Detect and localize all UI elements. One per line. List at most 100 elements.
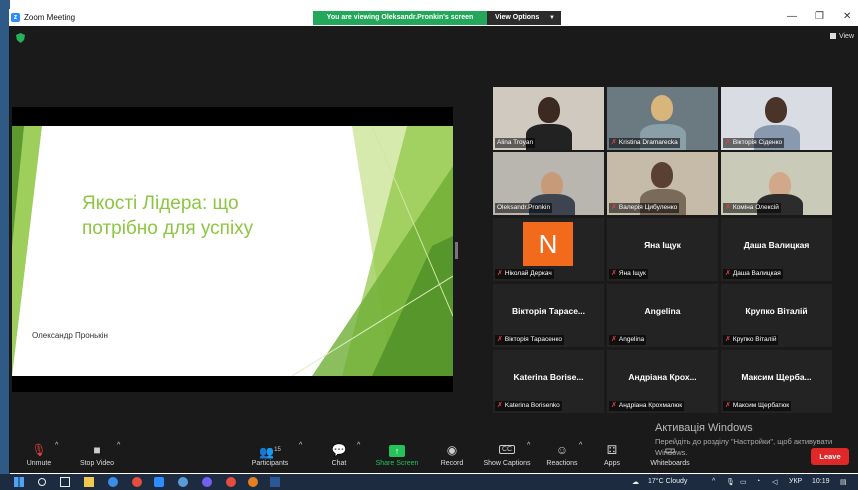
participant-name: ✗ Комінa Олексій [723,203,781,213]
presentation-slide: Якості Лідера: що потрібно для успіху Ол… [12,126,453,376]
participant-display-name: Яна Іщук [644,240,681,250]
show-captions-button[interactable]: CC Show Captions [481,442,533,467]
security-shield-icon[interactable] [16,33,25,43]
apps-label: Apps [604,460,620,467]
panel-resize-handle[interactable] [455,242,458,259]
chat-button[interactable]: 💬 Chat [327,442,351,467]
participant-display-name: Крупко Віталій [745,306,808,316]
weather-icon[interactable]: ☁ [632,478,639,486]
zoom-logo-icon: z [11,13,20,22]
muted-mic-icon: ✗ [497,270,503,277]
zoom-taskbar-icon[interactable] [154,477,164,487]
audio-options-chevron[interactable]: ^ [55,442,58,449]
participant-name: ✗ Angelina [609,335,647,345]
viber-icon[interactable] [202,477,212,487]
share-screen-button[interactable]: ↑ Share Screen [373,442,421,467]
zoom-window: z Zoom Meeting You are viewing Oleksandr… [9,9,858,473]
participant-tile[interactable]: ✗ Валерія Цибуленко [607,152,718,215]
chat-options-chevron[interactable]: ^ [357,442,360,449]
video-options-chevron[interactable]: ^ [117,442,120,449]
view-options-label: View Options [495,14,540,21]
stop-video-button[interactable]: ■ Stop Video [75,442,119,467]
record-button[interactable]: ◉ Record [439,442,465,467]
participant-tile[interactable]: Angelina ✗ Angelina [607,284,718,347]
word-icon[interactable] [270,477,280,487]
chevron-down-icon: ▼ [549,15,555,21]
participant-name: ✗ Максим Щербатюк [723,401,792,411]
view-options-button[interactable]: View Options ▼ [487,11,561,25]
participant-display-name: Максим Щерба... [741,372,812,382]
chat-bubble-icon: 💬 [331,443,347,457]
participant-name: Oleksandr.Pronkin [495,203,553,213]
tray-chevron-icon[interactable]: ^ [712,478,715,485]
participants-count: 15 [274,447,281,453]
participant-tile[interactable]: Вікторія Тарасе... ✗ Вікторія Тарасенко [493,284,604,347]
participant-tile[interactable]: Яна Іщук ✗ Яна Іщук [607,218,718,281]
participant-name: ✗ Валерія Цибуленко [609,203,680,213]
share-screen-label: Share Screen [375,460,419,467]
weather-text[interactable]: 17°C Cloudy [648,478,687,485]
file-explorer-icon[interactable] [84,477,94,487]
network-icon[interactable]: ◔ [756,478,760,485]
participant-tile[interactable]: Alina Troyan [493,87,604,150]
record-icon: ◉ [446,443,458,457]
participant-tile[interactable]: Максим Щерба... ✗ Максим Щербатюк [721,350,832,413]
notifications-icon[interactable]: ▤ [840,478,847,486]
participant-display-name: Вікторія Тарасе... [511,306,586,316]
participant-display-name: Даша Валицкая [743,240,810,250]
edge-icon[interactable] [108,477,118,487]
unmute-button[interactable]: 🎙 Unmute [21,442,57,467]
participant-tile[interactable]: ✗ Комінa Олексій [721,152,832,215]
task-view-icon[interactable] [60,477,70,487]
participant-tile-active-speaker[interactable]: Oleksandr.Pronkin [493,152,604,215]
unmute-label: Unmute [26,460,52,467]
volume-icon[interactable]: ◁ [772,478,777,486]
activation-message: Перейдіть до розділу "Настройки", щоб ак… [655,437,833,457]
close-button[interactable]: ✕ [843,11,851,22]
muted-mic-icon: ✗ [497,336,503,343]
captions-options-chevron[interactable]: ^ [527,442,530,449]
participant-name: ✗ Вікторія Тарасенко [495,335,564,345]
reactions-label: Reactions [546,460,578,467]
reactions-options-chevron[interactable]: ^ [579,442,582,449]
muted-mic-icon: ✗ [725,270,731,277]
participant-name: ✗ Вікторія Сіденко [723,138,785,148]
reactions-button[interactable]: ☺ Reactions [544,442,580,467]
language-indicator[interactable]: УКР [789,478,802,485]
chrome-profile-icon-2[interactable] [248,477,258,487]
whiteboards-label: Whiteboards [650,460,690,467]
apps-button[interactable]: ⚃ Apps [601,442,623,467]
slide-title: Якості Лідера: що потрібно для успіху [82,193,254,239]
participant-tile[interactable]: Андріана Крох... ✗ Андріана Крохмалюк [607,350,718,413]
muted-mic-icon: ✗ [725,139,731,146]
participant-tile[interactable]: ✗ Kristina Dramarecka [607,87,718,150]
battery-icon[interactable]: ▭ [740,478,747,486]
maximize-button[interactable]: ❐ [815,11,824,22]
chrome-profile-icon[interactable] [226,477,236,487]
participants-button[interactable]: 👥15 Participants [247,442,293,467]
participants-options-chevron[interactable]: ^ [299,442,302,449]
title-bar: z Zoom Meeting You are viewing Oleksandr… [9,9,858,26]
participant-name: ✗ Ніколай Деркач [495,269,554,279]
person-head [651,162,673,188]
windows-start-icon[interactable] [14,477,24,487]
minimize-button[interactable]: — [787,11,797,22]
participant-name: ✗ Андріана Крохмалюк [609,401,685,411]
microphone-tray-icon[interactable]: 🎙 [726,478,735,486]
participant-tile[interactable]: Даша Валицкая ✗ Даша Валицкая [721,218,832,281]
participant-tile[interactable]: N ✗ Ніколай Деркач [493,218,604,281]
person-head [538,97,560,123]
participant-tile[interactable]: Крупко Віталій ✗ Крупко Віталій [721,284,832,347]
chrome-icon[interactable] [132,477,142,487]
app-icon[interactable] [178,477,188,487]
participant-tile[interactable]: Katerina Borise... ✗ Katerina Borisenko [493,350,604,413]
participant-display-name: Katerina Borise... [513,372,584,382]
participant-tile[interactable]: ✗ Вікторія Сіденко [721,87,832,150]
windows-taskbar: ☁ 17°C Cloudy ^ 🎙 ▭ ◔ ◁ УКР 10:19 ▤ [0,474,858,490]
muted-mic-icon: ✗ [611,336,617,343]
view-button[interactable]: View [829,33,854,40]
leave-button[interactable]: Leave [811,448,849,465]
clock[interactable]: 10:19 [812,478,830,485]
search-icon[interactable] [38,478,46,486]
muted-mic-icon: ✗ [611,270,617,277]
